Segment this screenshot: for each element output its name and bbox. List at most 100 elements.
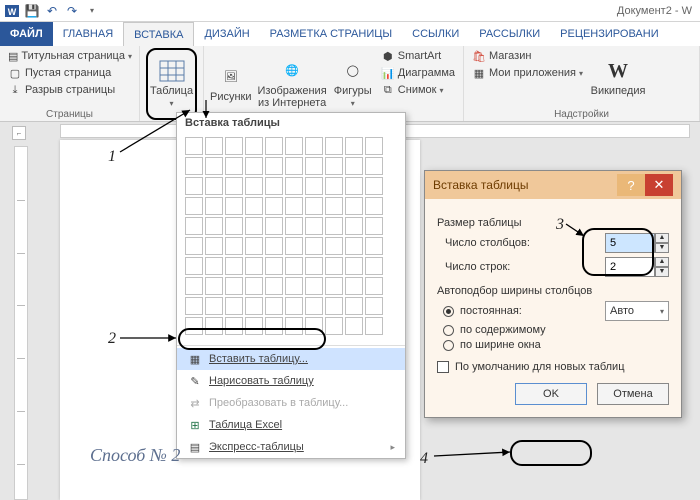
grid-cell[interactable]: [285, 237, 303, 255]
shapes-button[interactable]: ◯Фигуры ▾: [333, 48, 373, 120]
grid-cell[interactable]: [365, 297, 383, 315]
autofit-contents-radio[interactable]: по содержимому: [443, 324, 669, 336]
grid-cell[interactable]: [365, 137, 383, 155]
cols-down-button[interactable]: ▼: [655, 243, 669, 253]
quick-tables-menuitem[interactable]: ▤Экспресс-таблицы▸: [177, 436, 405, 458]
grid-cell[interactable]: [265, 197, 283, 215]
grid-cell[interactable]: [225, 237, 243, 255]
grid-cell[interactable]: [365, 277, 383, 295]
grid-cell[interactable]: [205, 297, 223, 315]
grid-cell[interactable]: [325, 177, 343, 195]
grid-cell[interactable]: [205, 257, 223, 275]
dialog-close-button[interactable]: ✕: [645, 174, 673, 196]
page-break-button[interactable]: ⤓Разрыв страницы: [6, 82, 133, 98]
grid-cell[interactable]: [205, 237, 223, 255]
grid-cell[interactable]: [245, 257, 263, 275]
rows-input[interactable]: [605, 257, 655, 277]
grid-cell[interactable]: [245, 217, 263, 235]
redo-icon[interactable]: ↷: [64, 3, 80, 19]
grid-cell[interactable]: [305, 197, 323, 215]
draw-table-menuitem[interactable]: ✎Нарисовать таблицу: [177, 370, 405, 392]
grid-cell[interactable]: [205, 137, 223, 155]
grid-cell[interactable]: [325, 237, 343, 255]
pictures-button[interactable]: 🖼Рисунки: [210, 48, 252, 120]
grid-cell[interactable]: [265, 297, 283, 315]
grid-cell[interactable]: [345, 297, 363, 315]
grid-cell[interactable]: [185, 317, 203, 335]
screenshot-button[interactable]: ⧉Снимок▾: [379, 82, 457, 98]
table-size-grid[interactable]: [177, 133, 405, 343]
grid-cell[interactable]: [305, 317, 323, 335]
myapps-button[interactable]: ▦Мои приложения▾: [470, 65, 585, 81]
grid-cell[interactable]: [325, 197, 343, 215]
tab-home[interactable]: ГЛАВНАЯ: [53, 22, 123, 46]
grid-cell[interactable]: [265, 177, 283, 195]
grid-cell[interactable]: [285, 197, 303, 215]
blank-page-button[interactable]: ▢Пустая страница: [6, 65, 133, 81]
rows-up-button[interactable]: ▲: [655, 257, 669, 267]
grid-cell[interactable]: [345, 277, 363, 295]
grid-cell[interactable]: [225, 277, 243, 295]
grid-cell[interactable]: [365, 197, 383, 215]
grid-cell[interactable]: [305, 257, 323, 275]
smartart-button[interactable]: ⬢SmartArt: [379, 48, 457, 64]
grid-cell[interactable]: [285, 317, 303, 335]
grid-cell[interactable]: [245, 237, 263, 255]
grid-cell[interactable]: [265, 317, 283, 335]
grid-cell[interactable]: [345, 317, 363, 335]
insert-table-menuitem[interactable]: ▦Вставить таблицу...: [177, 348, 405, 370]
vertical-ruler[interactable]: [14, 146, 28, 500]
grid-cell[interactable]: [365, 177, 383, 195]
grid-cell[interactable]: [325, 277, 343, 295]
grid-cell[interactable]: [325, 317, 343, 335]
grid-cell[interactable]: [345, 197, 363, 215]
grid-cell[interactable]: [185, 257, 203, 275]
grid-cell[interactable]: [225, 197, 243, 215]
grid-cell[interactable]: [265, 157, 283, 175]
tab-layout[interactable]: РАЗМЕТКА СТРАНИЦЫ: [260, 22, 402, 46]
grid-cell[interactable]: [365, 217, 383, 235]
grid-cell[interactable]: [305, 157, 323, 175]
grid-cell[interactable]: [325, 297, 343, 315]
grid-cell[interactable]: [265, 237, 283, 255]
rows-down-button[interactable]: ▼: [655, 267, 669, 277]
dialog-titlebar[interactable]: Вставка таблицы ? ✕: [425, 171, 681, 199]
grid-cell[interactable]: [245, 277, 263, 295]
grid-cell[interactable]: [265, 137, 283, 155]
fixed-width-combo[interactable]: Авто▾: [605, 301, 669, 321]
grid-cell[interactable]: [185, 177, 203, 195]
grid-cell[interactable]: [185, 137, 203, 155]
grid-cell[interactable]: [185, 297, 203, 315]
grid-cell[interactable]: [245, 317, 263, 335]
grid-cell[interactable]: [365, 317, 383, 335]
table-button[interactable]: Таблица ▾: [146, 48, 197, 120]
grid-cell[interactable]: [305, 137, 323, 155]
fixed-width-radio[interactable]: постоянная: Авто▾: [443, 301, 669, 321]
grid-cell[interactable]: [265, 217, 283, 235]
grid-cell[interactable]: [225, 157, 243, 175]
grid-cell[interactable]: [285, 177, 303, 195]
grid-cell[interactable]: [185, 237, 203, 255]
grid-cell[interactable]: [325, 137, 343, 155]
grid-cell[interactable]: [325, 217, 343, 235]
online-pictures-button[interactable]: 🌐Изображения из Интернета: [258, 48, 327, 120]
grid-cell[interactable]: [325, 257, 343, 275]
grid-cell[interactable]: [305, 177, 323, 195]
grid-cell[interactable]: [225, 297, 243, 315]
grid-cell[interactable]: [245, 137, 263, 155]
rows-spinbox[interactable]: ▲▼: [605, 257, 669, 277]
grid-cell[interactable]: [305, 277, 323, 295]
grid-cell[interactable]: [345, 217, 363, 235]
grid-cell[interactable]: [265, 277, 283, 295]
cols-up-button[interactable]: ▲: [655, 233, 669, 243]
cancel-button[interactable]: Отмена: [597, 383, 669, 405]
autofit-window-radio[interactable]: по ширине окна: [443, 339, 669, 351]
grid-cell[interactable]: [185, 277, 203, 295]
grid-cell[interactable]: [325, 157, 343, 175]
chart-button[interactable]: 📊Диаграмма: [379, 65, 457, 81]
grid-cell[interactable]: [285, 257, 303, 275]
grid-cell[interactable]: [365, 257, 383, 275]
grid-cell[interactable]: [285, 137, 303, 155]
undo-icon[interactable]: ↶: [44, 3, 60, 19]
cols-spinbox[interactable]: ▲▼: [605, 233, 669, 253]
